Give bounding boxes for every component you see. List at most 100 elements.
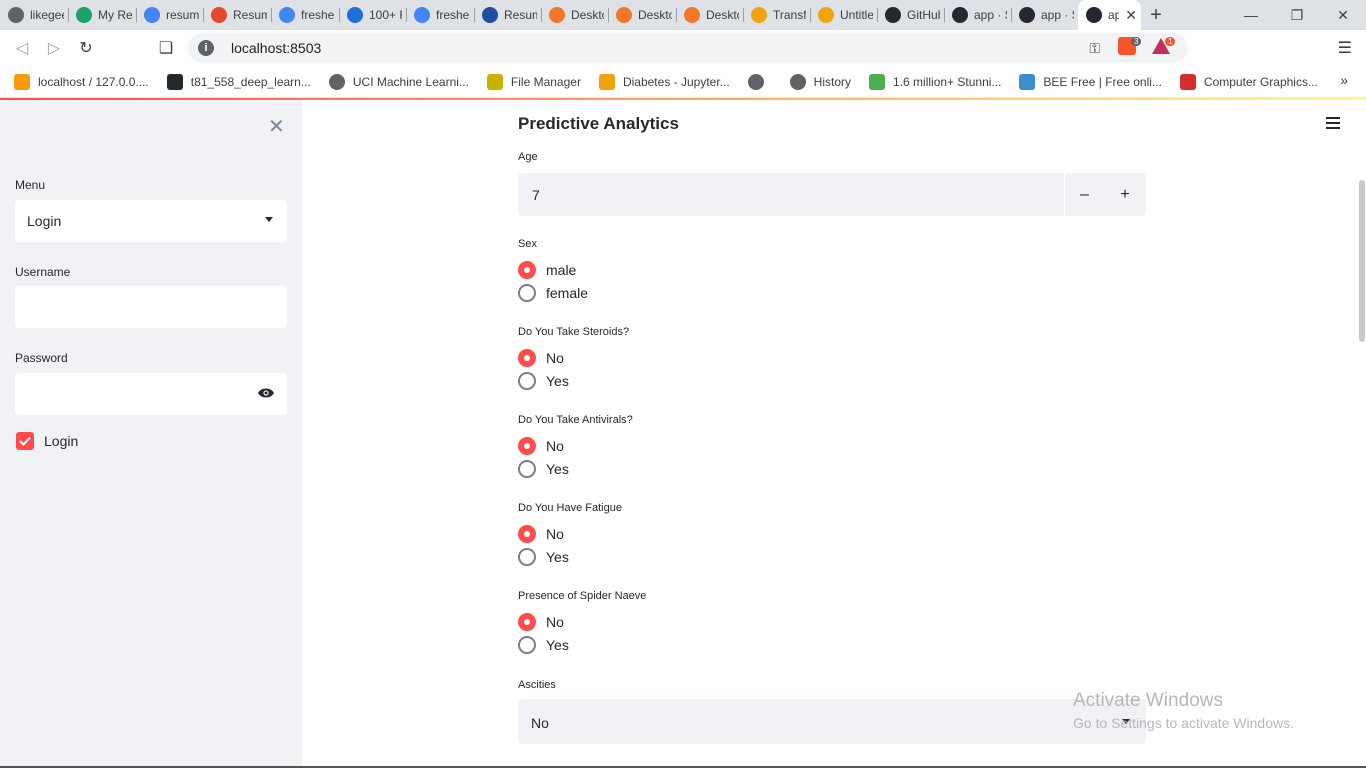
bookmarks-more-button[interactable]: » (1340, 72, 1348, 88)
forward-icon[interactable]: ▷ (38, 32, 70, 64)
address-bar[interactable]: i localhost:8503 ⚿ (188, 33, 1188, 63)
app-menu-icon[interactable] (1326, 117, 1340, 132)
github-icon (885, 7, 901, 23)
age-increment-button[interactable]: + (1105, 173, 1145, 216)
close-sidebar-icon[interactable]: ✕ (268, 114, 285, 139)
radio-option[interactable]: female (518, 284, 588, 302)
radio-option[interactable]: Yes (518, 460, 569, 478)
tab-title: GitHub (907, 8, 940, 22)
bookmark-favicon-icon (328, 73, 345, 90)
age-value[interactable]: 7 (532, 187, 540, 203)
restore-icon[interactable]: ❐ (1274, 0, 1320, 30)
browser-tab[interactable]: freshe (406, 0, 474, 30)
ascites-select[interactable]: No (518, 699, 1146, 744)
tab-title: resum (166, 8, 199, 22)
username-label: Username (15, 265, 71, 279)
bookmark-item[interactable]: t81_558_deep_learn... (166, 73, 311, 90)
tab-title: My Re (98, 8, 132, 22)
browser-tab[interactable]: 100+ F (339, 0, 406, 30)
browser-tab[interactable]: Deskto (676, 0, 743, 30)
bookmark-item[interactable]: History (789, 73, 852, 90)
ascites-select-value: No (531, 715, 549, 731)
bookmark-item[interactable]: File Manager (486, 73, 581, 90)
show-password-icon[interactable] (257, 387, 275, 399)
radio-option[interactable]: No (518, 437, 564, 455)
bookmark-page-icon[interactable]: ❏ (150, 32, 182, 64)
browser-tab[interactable]: Transfe (743, 0, 810, 30)
close-window-icon[interactable]: ✕ (1320, 0, 1366, 30)
radio-unselected-icon[interactable] (518, 636, 536, 654)
browser-menu-icon[interactable]: ☰ (1338, 38, 1352, 58)
menu-select[interactable]: Login (15, 200, 287, 242)
tab-title: freshe (301, 8, 335, 22)
browser-tab[interactable]: My Re (68, 0, 136, 30)
bookmark-favicon-icon (747, 73, 764, 90)
page-scrollbar[interactable] (1359, 180, 1365, 342)
tab-title: app · S (974, 8, 1007, 22)
radio-selected-icon[interactable] (518, 437, 536, 455)
browser-tab[interactable]: app · S (1011, 0, 1078, 30)
login-checkbox-label: Login (44, 433, 79, 449)
bookmark-item[interactable] (747, 73, 772, 90)
bookmark-item[interactable]: Diabetes - Jupyter... (598, 73, 730, 90)
radio-option[interactable]: Yes (518, 548, 569, 566)
browser-tab[interactable]: freshe (271, 0, 339, 30)
radio-unselected-icon[interactable] (518, 460, 536, 478)
radio-group-label: Presence of Spider Naeve (518, 590, 647, 602)
radio-selected-icon[interactable] (518, 613, 536, 631)
radio-option[interactable]: No (518, 349, 564, 367)
radio-unselected-icon[interactable] (518, 372, 536, 390)
radio-selected-icon[interactable] (518, 525, 536, 543)
new-tab-button[interactable]: + (1141, 0, 1171, 30)
bookmark-favicon-icon (486, 73, 503, 90)
radio-unselected-icon[interactable] (518, 548, 536, 566)
browser-tab[interactable]: Deskto (608, 0, 676, 30)
radio-group-label: Do You Take Antivirals? (518, 414, 633, 426)
browser-tab[interactable]: app ✕ (1078, 0, 1141, 30)
radio-option[interactable]: male (518, 261, 576, 279)
bookmark-item[interactable]: UCI Machine Learni... (328, 73, 469, 90)
url-text[interactable]: localhost:8503 (231, 40, 321, 56)
browser-tab[interactable]: app · S (944, 0, 1011, 30)
radio-option[interactable]: No (518, 613, 564, 631)
radio-option[interactable]: Yes (518, 372, 569, 390)
key-icon[interactable]: ⚿ (1089, 40, 1100, 57)
radio-unselected-icon[interactable] (518, 284, 536, 302)
browser-tab[interactable]: likegee (0, 0, 68, 30)
radio-option[interactable]: No (518, 525, 564, 543)
radio-option-label: No (546, 438, 564, 454)
browser-tab[interactable]: Deskto (541, 0, 608, 30)
password-input[interactable] (15, 373, 287, 415)
menu-label: Menu (15, 178, 46, 192)
bookmark-label: BEE Free | Free onli... (1043, 74, 1162, 89)
reload-icon[interactable]: ↻ (70, 32, 102, 64)
browser-tab[interactable]: GitHub (877, 0, 944, 30)
browser-tab[interactable]: Resum (203, 0, 271, 30)
bookmark-label: History (813, 74, 852, 89)
age-decrement-button[interactable]: – (1064, 173, 1104, 216)
tab-title: Deskto (638, 8, 672, 22)
streamlit-icon (1086, 7, 1102, 23)
radio-selected-icon[interactable] (518, 349, 536, 367)
radio-option[interactable]: Yes (518, 636, 569, 654)
minimize-icon[interactable]: — (1228, 0, 1274, 30)
jupyter-icon (684, 7, 700, 23)
login-checkbox[interactable]: Login (16, 432, 78, 450)
age-number-input[interactable]: 7 – + (518, 173, 1146, 216)
browser-tab[interactable]: Untitle (810, 0, 877, 30)
bookmark-item[interactable]: localhost / 127.0.0.... (14, 73, 149, 90)
checkbox-checked-icon[interactable] (16, 432, 34, 450)
bookmark-item[interactable]: Computer Graphics... (1179, 73, 1318, 90)
site-info-icon[interactable]: i (198, 40, 214, 56)
radio-selected-icon[interactable] (518, 261, 536, 279)
browser-tab[interactable]: Resum (474, 0, 541, 30)
close-tab-icon[interactable]: ✕ (1125, 7, 1137, 24)
username-input[interactable] (15, 286, 287, 328)
bookmark-favicon-icon (14, 73, 30, 90)
bookmark-item[interactable]: 1.6 million+ Stunni... (869, 73, 1001, 90)
bookmark-item[interactable]: BEE Free | Free onli... (1019, 73, 1162, 90)
streamlit-icon (952, 7, 968, 23)
browser-tab[interactable]: resum (136, 0, 203, 30)
tab-title: Resum (504, 8, 537, 22)
back-icon[interactable]: ◁ (6, 32, 38, 64)
